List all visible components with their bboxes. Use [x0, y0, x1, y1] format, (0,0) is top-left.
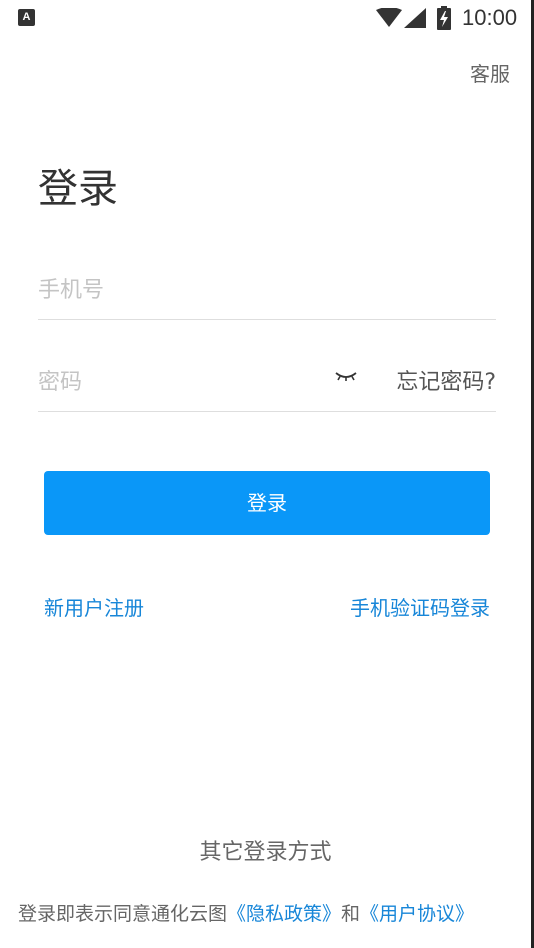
eye-closed-icon[interactable] [334, 368, 358, 384]
wifi-icon [376, 8, 402, 27]
phone-field[interactable]: 手机号 [38, 260, 496, 320]
notification-icon: A [18, 9, 35, 26]
battery-charging-icon [437, 6, 451, 30]
other-login-methods[interactable]: 其它登录方式 [0, 834, 531, 866]
status-bar: A 10:00 [0, 0, 531, 36]
login-button[interactable]: 登录 [44, 471, 490, 535]
page-title: 登录 [38, 166, 118, 212]
privacy-policy-link[interactable]: 《隐私政策》 [227, 903, 341, 925]
agreement-and: 和 [341, 903, 361, 925]
forgot-password-link[interactable]: 忘记密码? [396, 364, 496, 396]
password-placeholder: 密码 [38, 370, 83, 395]
status-time: 10:00 [462, 5, 518, 30]
sms-login-link[interactable]: 手机验证码登录 [350, 592, 490, 621]
agreement-prefix: 登录即表示同意通化云图 [18, 903, 228, 925]
login-screen: A 10:00 客服 登录 手机号 密码 忘记密码? 登录 新用户注册 手机验证… [0, 0, 534, 948]
phone-placeholder: 手机号 [38, 278, 105, 303]
register-link[interactable]: 新用户注册 [44, 592, 144, 621]
user-agreement-link[interactable]: 《用户协议》 [360, 903, 474, 925]
agreement-text: 登录即表示同意通化云图《隐私政策》和《用户协议》 [18, 899, 474, 926]
customer-service-link[interactable]: 客服 [470, 58, 510, 87]
password-field[interactable]: 密码 忘记密码? [38, 352, 496, 412]
signal-icon [404, 8, 426, 28]
